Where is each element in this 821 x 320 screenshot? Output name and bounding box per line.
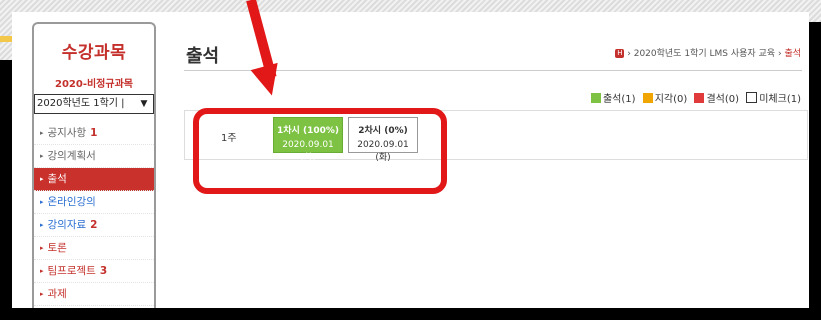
- late-swatch-icon: [642, 93, 653, 103]
- sidebar-item-count: 2: [90, 219, 98, 231]
- bullet-icon: ▸: [40, 152, 44, 160]
- sidebar-item-label: 공지사항: [47, 127, 87, 139]
- bullet-icon: ▸: [40, 290, 44, 298]
- sidebar-item-syllabus[interactable]: ▸ 강의계획서: [34, 145, 154, 168]
- unchecked-swatch-icon: [746, 92, 758, 103]
- breadcrumb-current: 출석: [784, 49, 801, 59]
- semester-select[interactable]: 2020학년도 1학기 | ▼: [34, 94, 154, 114]
- sidebar-item-notice[interactable]: ▸ 공지사항 1: [34, 122, 154, 145]
- sidebar-item-discussion[interactable]: ▸ 토론: [34, 237, 154, 260]
- semester-select-value: 2020학년도 1학기 |: [37, 98, 125, 109]
- legend-unchecked: 미체크(1): [759, 94, 801, 105]
- sidebar-title: 수강과목: [61, 43, 127, 63]
- bullet-icon: ▸: [40, 175, 44, 183]
- sidebar-item-label: 출석: [47, 173, 67, 185]
- sidebar-item-label: 강의자료: [47, 219, 87, 231]
- annotation-highlight-box: [193, 108, 447, 194]
- sidebar-item-label: 강의계획서: [47, 150, 96, 162]
- breadcrumb: H › 2020학년도 1학기 LMS 사용자 교육 › 출석: [615, 46, 801, 59]
- sidebar-item-team-project[interactable]: ▸ 팀프로젝트 3: [34, 260, 154, 283]
- absent-swatch-icon: [694, 93, 705, 103]
- sidebar-item-assignment[interactable]: ▸ 과제: [34, 283, 154, 306]
- attendance-legend: 출석(1) 지각(0) 결석(0) 미체크(1): [587, 90, 801, 105]
- sidebar: 수강과목 2020-비정규과목 2020학년도 1학기 | ▼ ▸ 공지사항 1 ▸…: [32, 22, 156, 308]
- legend-absent: 결석(0): [706, 94, 740, 105]
- sidebar-item-count: 1: [90, 127, 98, 139]
- sidebar-menu: ▸ 공지사항 1 ▸ 강의계획서 ▸ 출석 ▸ 온라인강의 ▸ 강의자료 2 ▸ 토론 ▸ 팀프로…: [34, 122, 154, 306]
- sidebar-item-label: 팀프로젝트: [47, 265, 96, 277]
- bullet-icon: ▸: [40, 267, 44, 275]
- bullet-icon: ▸: [40, 221, 44, 229]
- sidebar-subtitle: 2020-비정규과목: [55, 79, 133, 90]
- attend-swatch-icon: [590, 93, 601, 103]
- sidebar-item-label: 과제: [47, 288, 67, 300]
- breadcrumb-course[interactable]: 2020학년도 1학기 LMS 사용자 교육: [634, 49, 775, 59]
- page-title: 출석: [186, 46, 220, 67]
- legend-attend: 출석(1): [602, 94, 636, 105]
- bullet-icon: ▸: [40, 129, 44, 137]
- sidebar-item-online-lecture[interactable]: ▸ 온라인강의: [34, 191, 154, 214]
- lms-screen: 수강과목 2020-비정규과목 2020학년도 1학기 | ▼ ▸ 공지사항 1 ▸…: [12, 12, 809, 308]
- sidebar-item-label: 토론: [47, 242, 67, 254]
- sidebar-item-attendance[interactable]: ▸ 출석: [34, 168, 154, 191]
- sidebar-item-materials[interactable]: ▸ 강의자료 2: [34, 214, 154, 237]
- home-icon[interactable]: H: [615, 49, 625, 58]
- bullet-icon: ▸: [40, 198, 44, 206]
- legend-late: 지각(0): [654, 94, 688, 105]
- bullet-icon: ▸: [40, 244, 44, 252]
- sidebar-item-count: 3: [99, 265, 108, 277]
- sidebar-item-label: 온라인강의: [47, 196, 96, 208]
- chevron-down-icon: ▼: [140, 99, 148, 109]
